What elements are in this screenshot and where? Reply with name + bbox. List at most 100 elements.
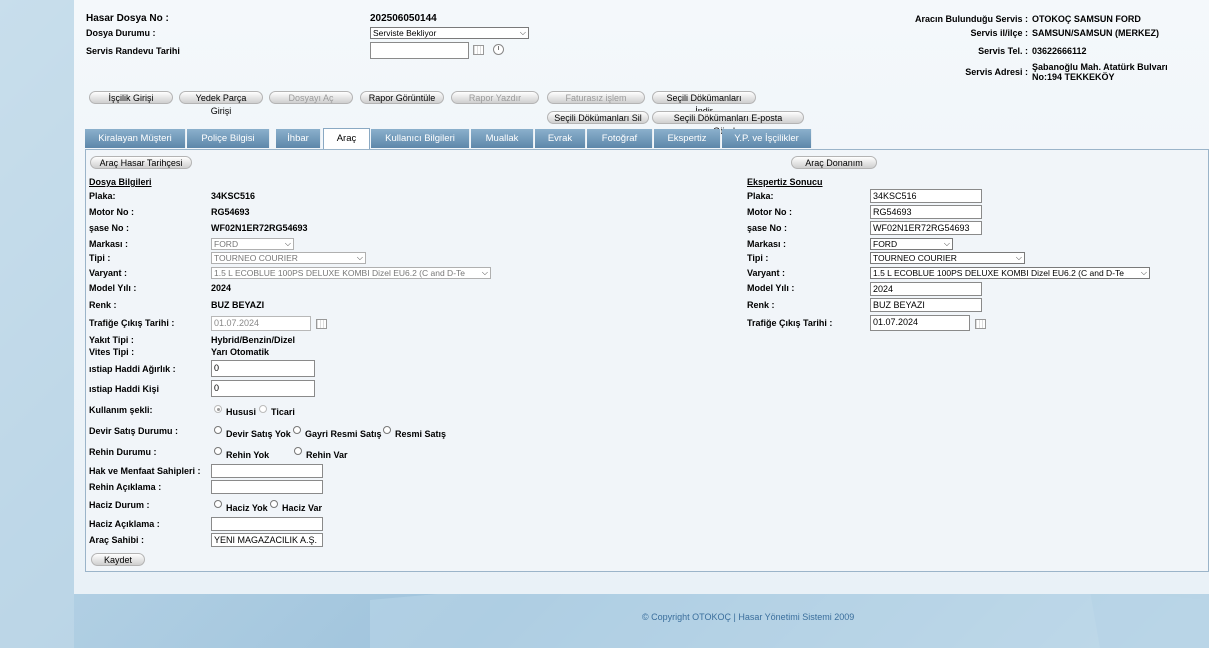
- haciz-aciklama-input[interactable]: [211, 517, 323, 531]
- clock-icon[interactable]: [493, 44, 504, 55]
- servis-randevu-input[interactable]: [370, 42, 469, 59]
- yakit-label: Yakıt Tipi :: [89, 335, 134, 345]
- ekspertiz-tipi-value: TOURNEO COURIER: [873, 253, 957, 263]
- model-value: 2024: [211, 283, 232, 293]
- tab-police-bilgisi[interactable]: Poliçe Bilgisi: [187, 129, 270, 148]
- ekspertiz-tipi-select[interactable]: TOURNEO COURIER ⌵: [870, 252, 1025, 264]
- rapor-goruntule-button[interactable]: Rapor Görüntüle: [360, 91, 444, 104]
- chevron-down-icon: ⌵: [1140, 268, 1147, 277]
- rapor-yazdir-button[interactable]: Rapor Yazdır: [451, 91, 539, 104]
- sase-label: şase No :: [89, 223, 130, 233]
- ekspertiz-renk-input[interactable]: BUZ BEYAZI: [870, 298, 982, 312]
- resmi-satis-label: Resmi Satış: [395, 429, 447, 439]
- rehin-var-label: Rehin Var: [306, 450, 348, 460]
- dokuman-indir-button[interactable]: Seçili Dökümanları İndir: [652, 91, 756, 116]
- chevron-down-icon: ⌵: [356, 253, 363, 262]
- tab-ekspertiz[interactable]: Ekspertiz: [654, 129, 721, 148]
- sahibi-input[interactable]: YENI MAGAZACILIK A.Ş.: [211, 533, 323, 547]
- hasar-dosya-no: 202506050144: [370, 13, 437, 24]
- tab-evrak[interactable]: Evrak: [535, 129, 586, 148]
- ticari-radio[interactable]: [259, 405, 267, 413]
- rehin-yok-radio[interactable]: [214, 447, 222, 455]
- hususi-radio[interactable]: [214, 405, 222, 413]
- devir-yok-radio[interactable]: [214, 426, 222, 434]
- devir-yok-label: Devir Satış Yok: [226, 429, 291, 439]
- ekspertiz-marka-value: FORD: [873, 239, 898, 249]
- resmi-satis-radio[interactable]: [383, 426, 391, 434]
- haciz-label: Haciz Durum :: [89, 500, 150, 510]
- tab-arac[interactable]: Araç: [323, 128, 370, 149]
- hususi-label: Hususi: [226, 407, 257, 417]
- faturasiz-islem-button[interactable]: Faturasız işlem: [547, 91, 645, 104]
- hak-label: Hak ve Menfaat Sahipleri :: [89, 466, 201, 476]
- dokuman-eposta-button[interactable]: Seçili Dökümanları E-posta Gönder: [652, 111, 804, 136]
- haciz-yok-radio[interactable]: [214, 500, 222, 508]
- gayri-resmi-radio[interactable]: [293, 426, 301, 434]
- calendar-icon[interactable]: [316, 319, 327, 329]
- servis-il-label: Servis il/ilçe :: [970, 28, 1028, 38]
- ekspertiz-varyant-select[interactable]: 1.5 L ECOBLUE 100PS DELUXE KOMBI Dizel E…: [870, 267, 1150, 279]
- chevron-down-icon: ⌵: [284, 239, 291, 248]
- arac-donanim-button[interactable]: Araç Donanım: [791, 156, 877, 169]
- istiap-agirlik-input[interactable]: 0: [211, 360, 315, 377]
- calendar-icon[interactable]: [473, 45, 484, 55]
- kaydet-button[interactable]: Kaydet: [91, 553, 145, 566]
- arac-hasar-tarihcesi-button[interactable]: Araç Hasar Tarihçesi: [90, 156, 192, 169]
- yedek-parca-girisi-button[interactable]: Yedek Parça Girişi: [179, 91, 263, 116]
- ekspertiz-plaka-input[interactable]: 34KSC516: [870, 189, 982, 203]
- trafik-label: Trafiğe Çıkış Tarihi :: [89, 318, 175, 328]
- dosya-durumu-label: Dosya Durumu :: [86, 28, 156, 38]
- ekspertiz-motor-input[interactable]: RG54693: [870, 205, 982, 219]
- marka-select-value: FORD: [214, 239, 239, 249]
- devir-label: Devir Satış Durumu :: [89, 426, 179, 436]
- istiap-kisi-label: ıstiap Haddi Kişi: [89, 384, 160, 394]
- tab-ihbar[interactable]: İhbar: [276, 129, 321, 148]
- yakit-value: Hybrid/Benzin/Dizel: [211, 335, 296, 345]
- motor-value: RG54693: [211, 207, 250, 217]
- dosyayi-ac-button[interactable]: Dosyayı Aç: [269, 91, 353, 104]
- istiap-kisi-input[interactable]: 0: [211, 380, 315, 397]
- vites-value: Yarı Otomatik: [211, 347, 270, 357]
- marka-select[interactable]: FORD ⌵: [211, 238, 294, 250]
- tab-muallak[interactable]: Muallak: [471, 129, 534, 148]
- hasar-dosya-no-label: Hasar Dosya No :: [86, 13, 169, 24]
- servis-adres-line1: Şabanoğlu Mah. Atatürk Bulvarı: [1032, 62, 1168, 72]
- hak-input[interactable]: [211, 464, 323, 478]
- servis-adres-label: Servis Adresi :: [965, 67, 1028, 77]
- ekspertiz-marka-select[interactable]: FORD ⌵: [870, 238, 953, 250]
- dosya-durumu-select[interactable]: Serviste Bekliyor ⌵: [370, 27, 529, 39]
- servis-tel-value: 03622666112: [1032, 46, 1087, 56]
- servis-tel-label: Servis Tel. :: [978, 46, 1028, 56]
- servis-il-value: SAMSUN/SAMSUN (MERKEZ): [1032, 28, 1159, 38]
- ekspertiz-varyant-value: 1.5 L ECOBLUE 100PS DELUXE KOMBI Dizel E…: [873, 268, 1125, 278]
- ekspertiz-marka-label: Markası :: [747, 239, 787, 249]
- iscilik-girisi-button[interactable]: İşçilik Girişi: [89, 91, 173, 104]
- calendar-icon[interactable]: [975, 319, 986, 329]
- tab-kullanici-bilgileri[interactable]: Kullanıcı Bilgileri: [371, 129, 470, 148]
- trafik-input[interactable]: 01.07.2024: [211, 316, 311, 331]
- rehin-var-radio[interactable]: [294, 447, 302, 455]
- tab-yp-iscilikler[interactable]: Y.P. ve İşçilikler: [722, 129, 812, 148]
- rehin-aciklama-input[interactable]: [211, 480, 323, 494]
- haciz-var-radio[interactable]: [270, 500, 278, 508]
- varyant-label: Varyant :: [89, 268, 128, 278]
- chevron-down-icon: ⌵: [943, 239, 950, 248]
- rehin-yok-label: Rehin Yok: [226, 450, 270, 460]
- servis-adres-line2: No:194 TEKKEKÖY: [1032, 72, 1115, 82]
- ekspertiz-model-input[interactable]: 2024: [870, 282, 982, 296]
- varyant-select[interactable]: 1.5 L ECOBLUE 100PS DELUXE KOMBI Dizel E…: [211, 267, 491, 279]
- footer-copyright: © Copyright OTOKOÇ | Hasar Yönetimi Sist…: [642, 612, 855, 622]
- tipi-select[interactable]: TOURNEO COURIER ⌵: [211, 252, 366, 264]
- ekspertiz-sase-input[interactable]: WF02N1ER72RG54693: [870, 221, 982, 235]
- servis-adres-value: Şabanoğlu Mah. Atatürk Bulvarı No:194 TEK…: [1032, 62, 1168, 82]
- ekspertiz-renk-label: Renk :: [747, 300, 775, 310]
- dosya-bilgileri-heading: Dosya Bilgileri: [89, 177, 152, 187]
- servis-randevu-label: Servis Randevu Tarihi: [86, 46, 180, 56]
- tipi-label: Tipi :: [89, 253, 111, 263]
- renk-label: Renk :: [89, 300, 117, 310]
- tab-fotograf[interactable]: Fotoğraf: [587, 129, 653, 148]
- ekspertiz-trafik-input[interactable]: 01.07.2024: [870, 315, 970, 331]
- tab-kiralayan-musteri[interactable]: Kiralayan Müşteri: [85, 129, 186, 148]
- dokuman-sil-button[interactable]: Seçili Dökümanları Sil: [547, 111, 649, 124]
- ekspertiz-sonucu-heading: Ekspertiz Sonucu: [747, 177, 823, 187]
